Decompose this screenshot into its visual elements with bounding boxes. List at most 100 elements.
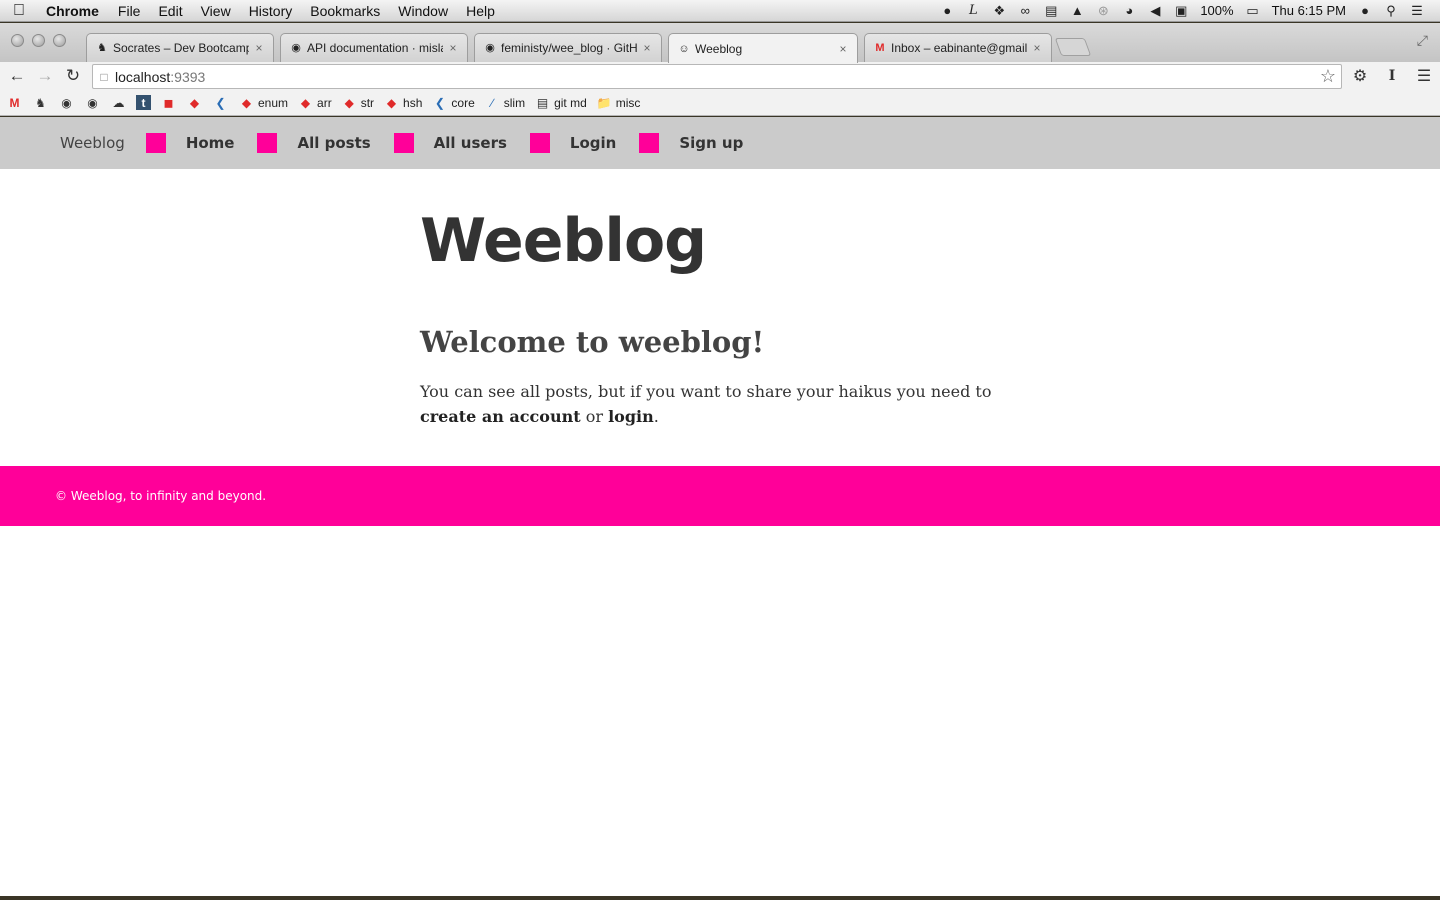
bluetooth-icon[interactable]: ⊛	[1090, 3, 1116, 19]
extension-icons: ⚙ I ☰	[1344, 62, 1440, 90]
bookmark-label: git md	[554, 95, 587, 110]
bookmark-label: core	[451, 95, 475, 110]
intro-text: You can see all posts, but if you want t…	[420, 382, 992, 401]
socrates-icon: ♞	[97, 42, 107, 54]
chrome-menu-icon[interactable]: ☰	[1408, 66, 1440, 86]
close-window-button[interactable]	[11, 34, 24, 47]
bookmark-label: misc	[615, 95, 641, 110]
url-host: localhost	[115, 68, 171, 85]
ruby-icon: ◆	[300, 95, 311, 110]
bookmark-hsh[interactable]: ◆ hsh	[383, 95, 422, 111]
bookmark-git-md[interactable]: ▤ git md	[534, 95, 587, 111]
close-icon[interactable]: ×	[447, 41, 459, 55]
bookmark-core[interactable]: ❮ core	[431, 95, 475, 111]
bookmark-ruby[interactable]: ◆	[186, 95, 203, 111]
bookmark-socrates[interactable]: ♞	[32, 95, 49, 111]
nav-separator	[145, 133, 166, 153]
menu-app-name[interactable]: Chrome	[38, 3, 109, 19]
wifi-icon[interactable]: ◕	[1116, 3, 1142, 18]
footer-text: © Weeblog, to infinity and beyond.	[55, 489, 267, 503]
user-icon[interactable]: ●	[1352, 3, 1378, 18]
tab-strip: ♞ Socrates – Dev Bootcamp × ◉ API docume…	[0, 23, 1440, 63]
bookmark-enum[interactable]: ◆ enum	[238, 95, 288, 111]
slim-icon: ∕	[491, 95, 494, 110]
new-tab-button[interactable]	[1054, 38, 1092, 56]
tab-title: Socrates – Dev Bootcamp	[113, 41, 249, 55]
ruby-icon: ◆	[241, 95, 252, 110]
close-icon[interactable]: ×	[253, 41, 265, 55]
evernote-icon[interactable]: ●	[934, 3, 960, 18]
create-account-link[interactable]: create an account	[420, 407, 581, 426]
bookmark-circle[interactable]: ◉	[58, 95, 75, 111]
clock[interactable]: Thu 6:15 PM	[1266, 3, 1352, 18]
menu-view[interactable]: View	[192, 3, 240, 19]
fullscreen-icon[interactable]: ⤢	[1417, 32, 1428, 49]
desktop-background	[0, 896, 1440, 900]
volume-icon[interactable]: ◀	[1142, 3, 1168, 19]
menu-window[interactable]: Window	[389, 3, 457, 19]
bookmark-tumblr[interactable]: t	[136, 95, 151, 110]
hat-icon[interactable]: ▲	[1064, 3, 1090, 18]
gear-icon[interactable]: ⚙	[1344, 66, 1376, 86]
github-icon: ◉	[485, 42, 495, 54]
display-icon[interactable]: ▤	[1038, 3, 1064, 19]
reload-button[interactable]: ↻	[59, 66, 87, 86]
address-bar[interactable]: □ localhost:9393 ☆	[92, 64, 1342, 89]
tab-wee-blog-github[interactable]: ◉ feministy/wee_blog · GitHu ×	[474, 33, 662, 62]
bookmark-rubyforge[interactable]: ◼	[160, 95, 177, 111]
tab-title: Inbox – eabinante@gmail.c	[891, 41, 1027, 55]
bookmark-gmail[interactable]: M	[6, 95, 23, 111]
bookmark-arr[interactable]: ◆ arr	[297, 95, 332, 111]
bookmark-str[interactable]: ◆ str	[341, 95, 374, 111]
tab-title: feministy/wee_blog · GitHu	[501, 41, 637, 55]
apple-icon[interactable]: 	[0, 2, 38, 20]
site-brand-link[interactable]: Weeblog	[60, 134, 125, 152]
zoom-window-button[interactable]	[53, 34, 66, 47]
battery-icon[interactable]: ▭	[1240, 3, 1266, 19]
nav-separator	[639, 133, 660, 153]
spotlight-icon[interactable]: ⚲	[1378, 3, 1404, 19]
github-icon: ◉	[87, 95, 98, 110]
bookmark-slim[interactable]: ∕ slim	[484, 95, 525, 111]
menu-history[interactable]: History	[240, 3, 302, 19]
bookmark-cloud[interactable]: ☁	[110, 95, 127, 111]
bookmark-star-icon[interactable]: ☆	[1320, 66, 1341, 87]
menu-bookmarks[interactable]: Bookmarks	[301, 3, 389, 19]
tab-api-docs[interactable]: ◉ API documentation · misla ×	[280, 33, 468, 62]
menu-file[interactable]: File	[109, 3, 150, 19]
close-icon[interactable]: ×	[1031, 41, 1043, 55]
nav-all-posts-link[interactable]: All posts	[297, 134, 370, 152]
menu-help[interactable]: Help	[457, 3, 504, 19]
instapaper-icon[interactable]: I	[1376, 68, 1408, 84]
login-link[interactable]: login	[608, 407, 654, 426]
intro-paragraph: You can see all posts, but if you want t…	[420, 379, 1025, 429]
gmail-icon: M	[875, 42, 885, 54]
tab-weeblog[interactable]: ☺ Weeblog ×	[668, 33, 858, 63]
tab-socrates[interactable]: ♞ Socrates – Dev Bootcamp ×	[86, 33, 274, 62]
close-icon[interactable]: ×	[641, 41, 653, 55]
minimize-window-button[interactable]	[32, 34, 45, 47]
tab-gmail-inbox[interactable]: M Inbox – eabinante@gmail.c ×	[864, 33, 1052, 62]
gmail-icon: M	[9, 95, 20, 110]
nav-all-users-link[interactable]: All users	[434, 134, 507, 152]
notification-list-icon[interactable]: ☰	[1404, 3, 1430, 19]
bookmark-github[interactable]: ◉	[84, 95, 101, 111]
bookmarks-bar: M ♞ ◉ ◉ ☁ t ◼ ◆ ❮ ◆ enum ◆ arr ◆ str ◆ hsh ❮…	[0, 90, 1440, 116]
bookmark-sinatra[interactable]: ❮	[212, 95, 229, 111]
keyboard-icon[interactable]: ▣	[1168, 3, 1194, 19]
nav-home-link[interactable]: Home	[186, 134, 235, 152]
back-button[interactable]: ←	[3, 66, 31, 86]
nav-login-link[interactable]: Login	[570, 134, 616, 152]
bookmark-folder-misc[interactable]: 📁 misc	[596, 95, 641, 111]
menu-edit[interactable]: Edit	[149, 3, 191, 19]
nav-separator	[257, 133, 278, 153]
battery-percent[interactable]: 100%	[1194, 3, 1239, 18]
dropbox-icon[interactable]: ❖	[986, 3, 1012, 19]
nav-sign-up-link[interactable]: Sign up	[679, 134, 743, 152]
glasses-icon[interactable]: ∞	[1012, 3, 1038, 18]
nav-separator	[529, 133, 550, 153]
close-icon[interactable]: ×	[837, 42, 849, 56]
forward-button[interactable]: →	[31, 66, 59, 86]
page-title: Weeblog	[420, 206, 707, 276]
script-l-icon[interactable]: L	[960, 3, 986, 18]
